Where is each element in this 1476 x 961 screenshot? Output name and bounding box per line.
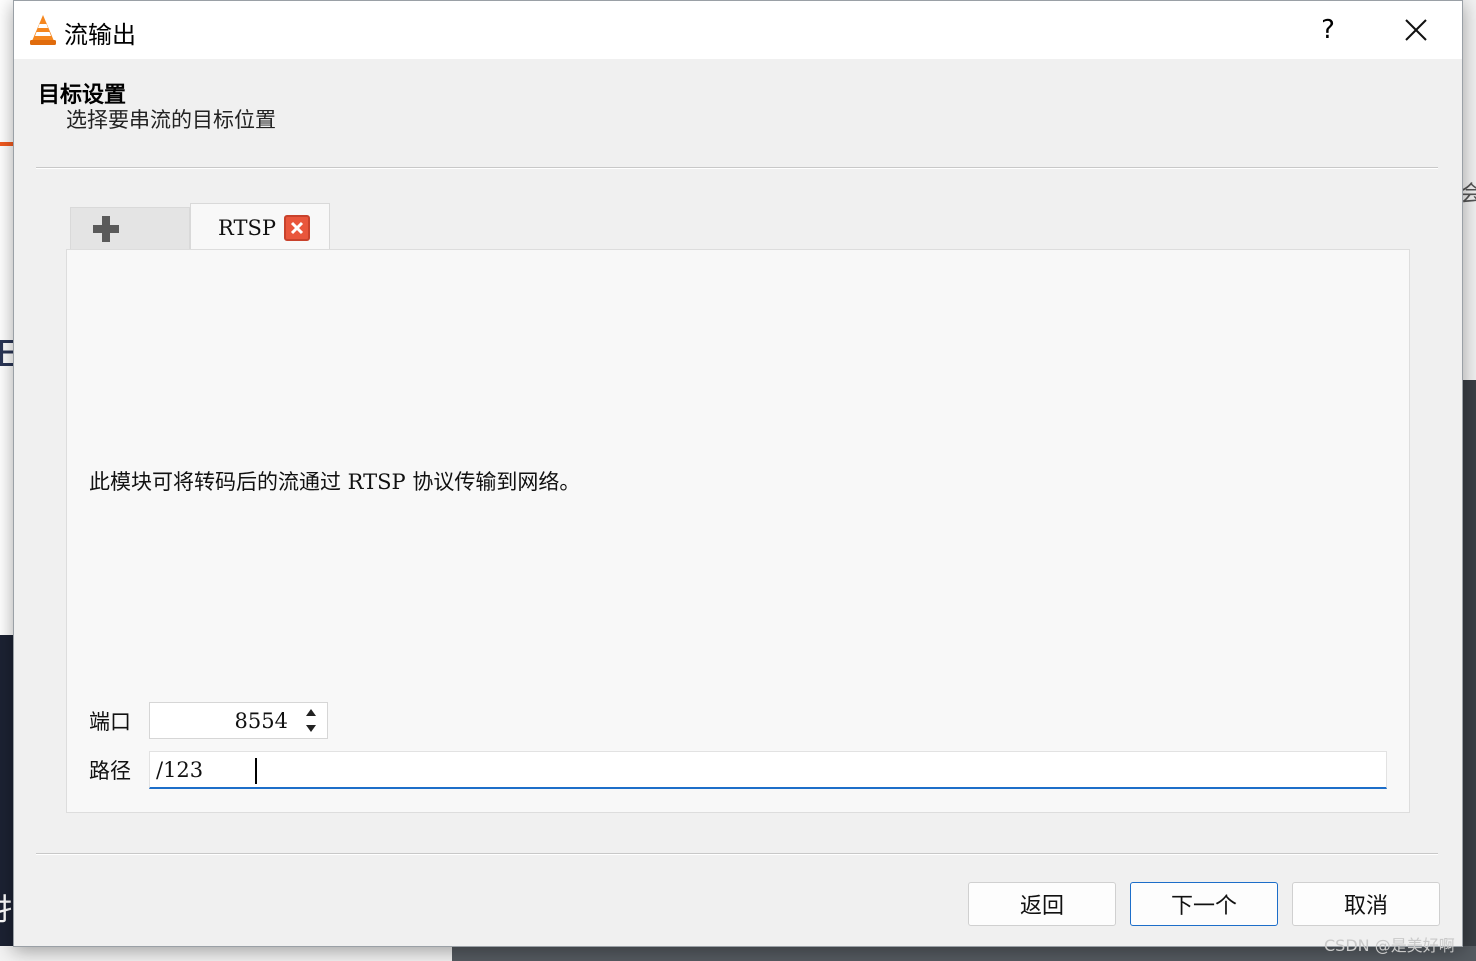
header-divider: [36, 167, 1438, 169]
port-input[interactable]: [150, 703, 296, 738]
stream-output-dialog: 流输出 ? 目标设置 选择要串流的目标位置 RTSP 此模块可将转码后的流通过 …: [13, 0, 1463, 947]
close-tab-button[interactable]: [283, 214, 310, 241]
path-input[interactable]: [149, 751, 1387, 789]
help-button[interactable]: ?: [1306, 9, 1350, 51]
text-caret: [255, 758, 257, 784]
title-bar[interactable]: 流输出 ?: [14, 1, 1462, 59]
path-label: 路径: [89, 759, 131, 783]
close-window-button[interactable]: [1394, 9, 1438, 51]
chevron-up-icon: [306, 709, 316, 716]
rtsp-settings-panel: 此模块可将转码后的流通过 RTSP 协议传输到网络。 端口 路径: [66, 249, 1410, 813]
background-bottom-strip: [0, 946, 1476, 961]
spin-up-button[interactable]: [296, 705, 326, 720]
watermark: CSDN @是美好啊: [1324, 936, 1455, 955]
background-dark-panel: 扌: [0, 635, 26, 961]
background-accent-line: [0, 142, 14, 146]
close-icon: [1405, 19, 1427, 41]
plus-icon: [93, 215, 119, 242]
port-label: 端口: [89, 710, 131, 734]
vlc-cone-icon: [30, 15, 56, 45]
add-destination-tab[interactable]: [70, 207, 190, 249]
back-button[interactable]: 返回: [968, 882, 1116, 926]
background-left-strip: E 扌: [0, 0, 26, 961]
tab-rtsp[interactable]: RTSP: [190, 203, 330, 251]
port-spinbox[interactable]: [149, 702, 328, 739]
next-button[interactable]: 下一个: [1130, 882, 1278, 926]
window-title: 流输出: [64, 21, 136, 49]
module-description: 此模块可将转码后的流通过 RTSP 协议传输到网络。: [89, 470, 581, 494]
chevron-down-icon: [306, 725, 316, 732]
cancel-button[interactable]: 取消: [1292, 882, 1440, 926]
footer-divider: [36, 853, 1438, 855]
page-subtitle: 选择要串流的目标位置: [66, 108, 276, 132]
spin-buttons: [296, 705, 326, 736]
close-tab-icon: [290, 221, 304, 234]
spin-down-button[interactable]: [296, 721, 326, 736]
tab-label: RTSP: [218, 215, 276, 240]
